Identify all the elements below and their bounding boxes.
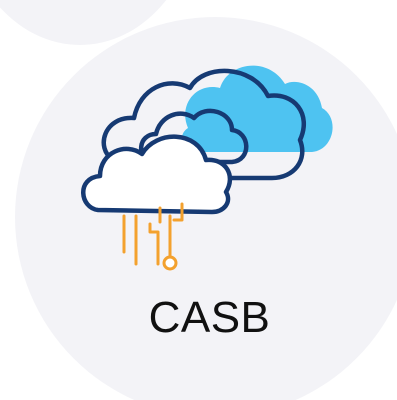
circuit-node bbox=[162, 255, 178, 271]
blue-cloud-shape bbox=[181, 65, 333, 152]
casb-tile: CASB bbox=[0, 0, 397, 400]
casb-label: CASB bbox=[148, 293, 271, 342]
